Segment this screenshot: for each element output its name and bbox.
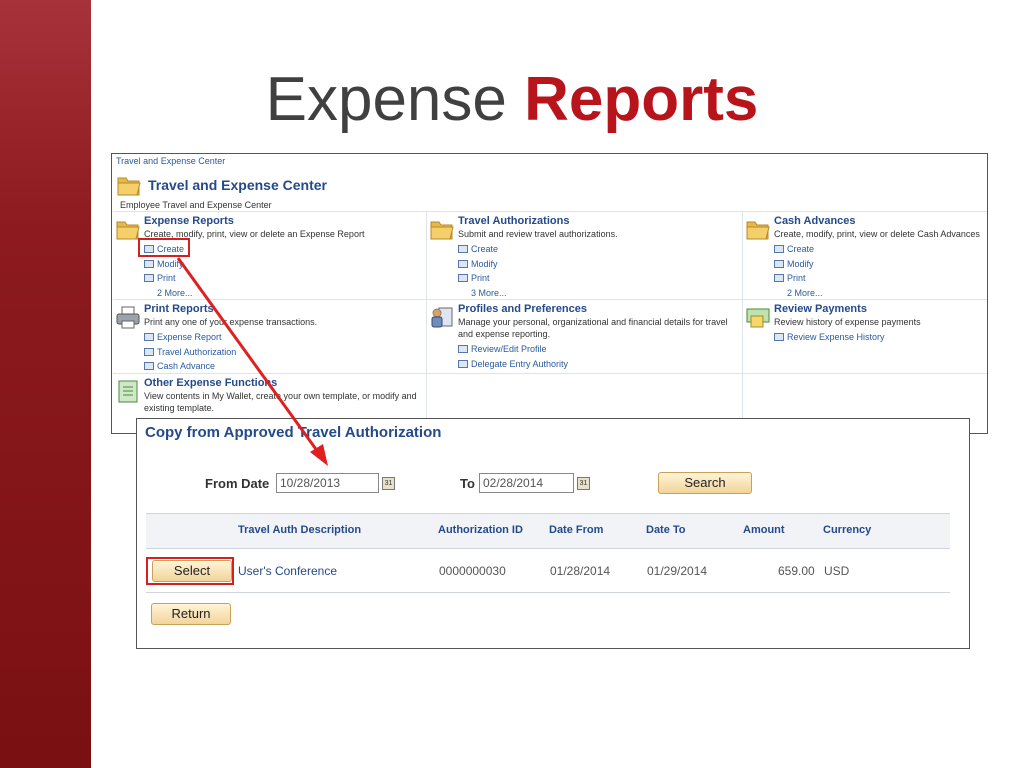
section-desc: Create, modify, print, view or delete Ca… xyxy=(774,229,980,239)
ca-print-link[interactable]: Print xyxy=(774,271,985,286)
amount-value: 659.00 xyxy=(778,564,815,578)
section-title[interactable]: Profiles and Preferences xyxy=(458,303,740,316)
section-title[interactable]: Review Payments xyxy=(774,303,985,316)
ta-modify-link[interactable]: Modify xyxy=(458,257,740,272)
print-expense-report-link[interactable]: Expense Report xyxy=(144,330,424,345)
center-header: Travel and Expense Center xyxy=(116,170,327,200)
breadcrumb[interactable]: Travel and Expense Center xyxy=(116,156,225,166)
section-print-reports: Print Reports Print any one of your expe… xyxy=(113,300,427,374)
to-date-label: To xyxy=(460,476,475,491)
center-subtitle: Employee Travel and Expense Center xyxy=(120,200,272,210)
section-title[interactable]: Expense Reports xyxy=(144,215,424,228)
page-icon xyxy=(144,274,154,283)
print-cash-advance-link[interactable]: Cash Advance xyxy=(144,359,424,374)
printer-icon xyxy=(116,306,140,329)
page-icon xyxy=(458,345,468,354)
title-plain: Expense xyxy=(265,65,507,134)
expense-modify-link[interactable]: Modify xyxy=(144,257,424,272)
page-icon xyxy=(774,259,784,268)
page-icon xyxy=(774,245,784,254)
col-date-from[interactable]: Date From xyxy=(549,524,603,536)
auth-id-value: 0000000030 xyxy=(439,564,506,578)
section-desc: Manage your personal, organizational and… xyxy=(458,317,728,339)
section-cash-advances: Cash Advances Create, modify, print, vie… xyxy=(743,212,987,300)
select-highlight-box xyxy=(146,557,234,585)
title-accent: Reports xyxy=(524,65,759,134)
page-icon xyxy=(144,347,154,356)
page-icon xyxy=(458,259,468,268)
auth-description-link[interactable]: User's Conference xyxy=(238,564,337,578)
page-icon xyxy=(144,333,154,342)
col-auth-id[interactable]: Authorization ID xyxy=(438,524,523,536)
review-expense-history-link[interactable]: Review Expense History xyxy=(774,330,985,345)
folder-icon xyxy=(430,221,454,240)
page-icon xyxy=(458,359,468,368)
review-edit-profile-link[interactable]: Review/Edit Profile xyxy=(458,342,740,357)
travel-expense-center-panel: Travel and Expense Center Travel and Exp… xyxy=(111,153,988,434)
date-to-value: 01/29/2014 xyxy=(647,564,708,578)
section-review-payments: Review Payments Review history of expens… xyxy=(743,300,987,374)
currency-value: USD xyxy=(824,564,850,578)
create-highlight-box xyxy=(138,238,190,257)
page-icon xyxy=(144,259,154,268)
page-icon xyxy=(774,274,784,283)
ta-print-link[interactable]: Print xyxy=(458,271,740,286)
center-title: Travel and Expense Center xyxy=(148,177,327,193)
print-travel-auth-link[interactable]: Travel Authorization xyxy=(144,345,424,360)
page-icon xyxy=(144,362,154,371)
page-icon xyxy=(458,274,468,283)
ca-create-link[interactable]: Create xyxy=(774,242,985,257)
section-title[interactable]: Other Expense Functions xyxy=(144,377,424,390)
section-desc: Review history of expense payments xyxy=(774,317,921,327)
results-table-header: Travel Auth Description Authorization ID… xyxy=(146,513,950,549)
col-currency[interactable]: Currency xyxy=(823,524,871,536)
return-button[interactable]: Return xyxy=(151,603,231,625)
ca-modify-link[interactable]: Modify xyxy=(774,257,985,272)
section-desc: Print any one of your expense transactio… xyxy=(144,317,318,327)
section-grid: Expense Reports Create, modify, print, v… xyxy=(113,211,987,434)
copy-travel-auth-panel: Copy from Approved Travel Authorization … xyxy=(136,418,970,649)
section-title[interactable]: Cash Advances xyxy=(774,215,985,228)
page-icon xyxy=(458,245,468,254)
folder-icon xyxy=(746,221,770,240)
section-profiles: Profiles and Preferences Manage your per… xyxy=(427,300,743,374)
col-description[interactable]: Travel Auth Description xyxy=(238,524,361,536)
section-desc: View contents in My Wallet, create your … xyxy=(144,391,417,413)
document-icon xyxy=(118,380,138,403)
more-link[interactable]: 3 More... xyxy=(458,286,740,300)
calendar-icon[interactable]: 31 xyxy=(577,477,590,490)
date-from-value: 01/28/2014 xyxy=(550,564,611,578)
col-date-to[interactable]: Date To xyxy=(646,524,686,536)
expense-print-link[interactable]: Print xyxy=(144,271,424,286)
section-travel-authorizations: Travel Authorizations Submit and review … xyxy=(427,212,743,300)
profile-icon xyxy=(431,307,453,328)
copy-panel-title: Copy from Approved Travel Authorization xyxy=(145,424,442,441)
folder-icon xyxy=(117,177,141,196)
section-desc: Submit and review travel authorizations. xyxy=(458,229,618,239)
from-date-input[interactable]: 10/28/2013 xyxy=(276,473,379,493)
section-title[interactable]: Travel Authorizations xyxy=(458,215,740,228)
page-icon xyxy=(774,333,784,342)
section-title[interactable]: Print Reports xyxy=(144,303,424,316)
more-link[interactable]: 2 More... xyxy=(774,286,985,300)
table-row: Select User's Conference 0000000030 01/2… xyxy=(146,549,950,593)
search-button[interactable]: Search xyxy=(658,472,752,494)
payment-icon xyxy=(746,308,770,328)
ta-create-link[interactable]: Create xyxy=(458,242,740,257)
delegate-entry-link[interactable]: Delegate Entry Authority xyxy=(458,357,740,372)
more-link[interactable]: 2 More... xyxy=(144,286,424,300)
col-amount[interactable]: Amount xyxy=(743,524,785,536)
to-date-input[interactable]: 02/28/2014 xyxy=(479,473,574,493)
slide-title: Expense Reports xyxy=(0,62,1024,138)
from-date-label: From Date xyxy=(205,476,270,491)
calendar-icon[interactable]: 31 xyxy=(382,477,395,490)
